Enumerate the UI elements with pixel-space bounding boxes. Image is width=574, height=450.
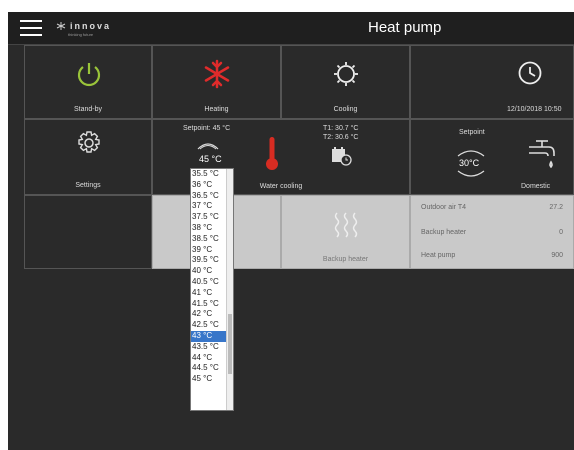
logo-icon [56, 22, 66, 30]
domestic-label: Domestic [521, 183, 551, 190]
domestic-decrease-icon[interactable] [457, 170, 485, 180]
logo-name: innova [70, 21, 112, 31]
settings-label: Settings [75, 182, 101, 189]
info-label: Heat pump [421, 252, 456, 259]
info-row-outdoor: Outdoor air T4 27.2 [421, 204, 563, 211]
domestic-tile[interactable]: Setpoint 30°C Domestic [410, 119, 574, 195]
menu-icon[interactable] [20, 20, 42, 36]
schedule-icon [332, 147, 352, 166]
info-label: Outdoor air T4 [421, 204, 467, 211]
info-value: 900 [551, 252, 563, 259]
standby-tile[interactable]: Stand-by [24, 45, 152, 119]
domestic-increase-icon[interactable] [457, 147, 485, 157]
empty-tile [24, 195, 152, 269]
info-value: 0 [559, 229, 563, 236]
top-bar: innova thinking future Heat pump [8, 12, 574, 45]
sun-icon [334, 62, 358, 86]
standby-label: Stand-by [73, 106, 103, 113]
page-title: Heat pump [368, 19, 442, 36]
clock-tile[interactable]: 12/10/2018 10:50 [410, 45, 574, 119]
power-icon [77, 63, 101, 87]
info-row-heatpump: Heat pump 900 [421, 252, 563, 259]
clock-icon [518, 61, 542, 85]
backup-heater-tile[interactable]: Backup heater [281, 195, 410, 269]
info-value: 27.2 [549, 204, 563, 211]
logo-tagline: thinking future [68, 32, 94, 37]
thermometer-icon [266, 137, 278, 170]
dropdown-scrollbar[interactable] [226, 169, 233, 410]
app-window: innova thinking future Heat pump Stand-b… [8, 12, 574, 450]
info-tile: Outdoor air T4 27.2 Backup heater 0 Heat… [410, 195, 574, 269]
water-setpoint-value[interactable]: 45 °C [199, 154, 222, 164]
heater-icon [334, 212, 358, 238]
domestic-setpoint-value[interactable]: 30°C [459, 158, 479, 168]
backup-heater-label: Backup heater [322, 256, 369, 263]
t2-reading: T2: 30.6 °C [323, 134, 359, 141]
logo: innova thinking future [56, 21, 112, 37]
info-row-backup: Backup heater 0 [421, 229, 563, 236]
dropdown-scroll-thumb[interactable] [228, 314, 232, 374]
info-label: Backup heater [421, 229, 467, 236]
faucet-icon [529, 140, 555, 169]
heating-label: Heating [204, 106, 229, 113]
cooling-tile[interactable]: Cooling [281, 45, 410, 119]
t1-reading: T1: 30.7 °C [323, 125, 359, 132]
clock-datetime: 12/10/2018 10:50 [507, 106, 562, 113]
gear-icon [78, 131, 100, 153]
increase-arrow-icon[interactable] [197, 140, 219, 150]
domestic-setpoint-label: Setpoint [459, 129, 485, 136]
setpoint-dropdown-list[interactable]: 35.5 °C 36 °C 36.5 °C 37 °C 37.5 °C 38 °… [190, 168, 234, 411]
snowflake-icon [204, 59, 230, 89]
heating-tile[interactable]: Heating [152, 45, 281, 119]
cooling-label: Cooling [333, 106, 358, 113]
water-setpoint-label: Setpoint: 45 °C [183, 125, 231, 132]
settings-tile[interactable]: Settings [24, 119, 152, 195]
